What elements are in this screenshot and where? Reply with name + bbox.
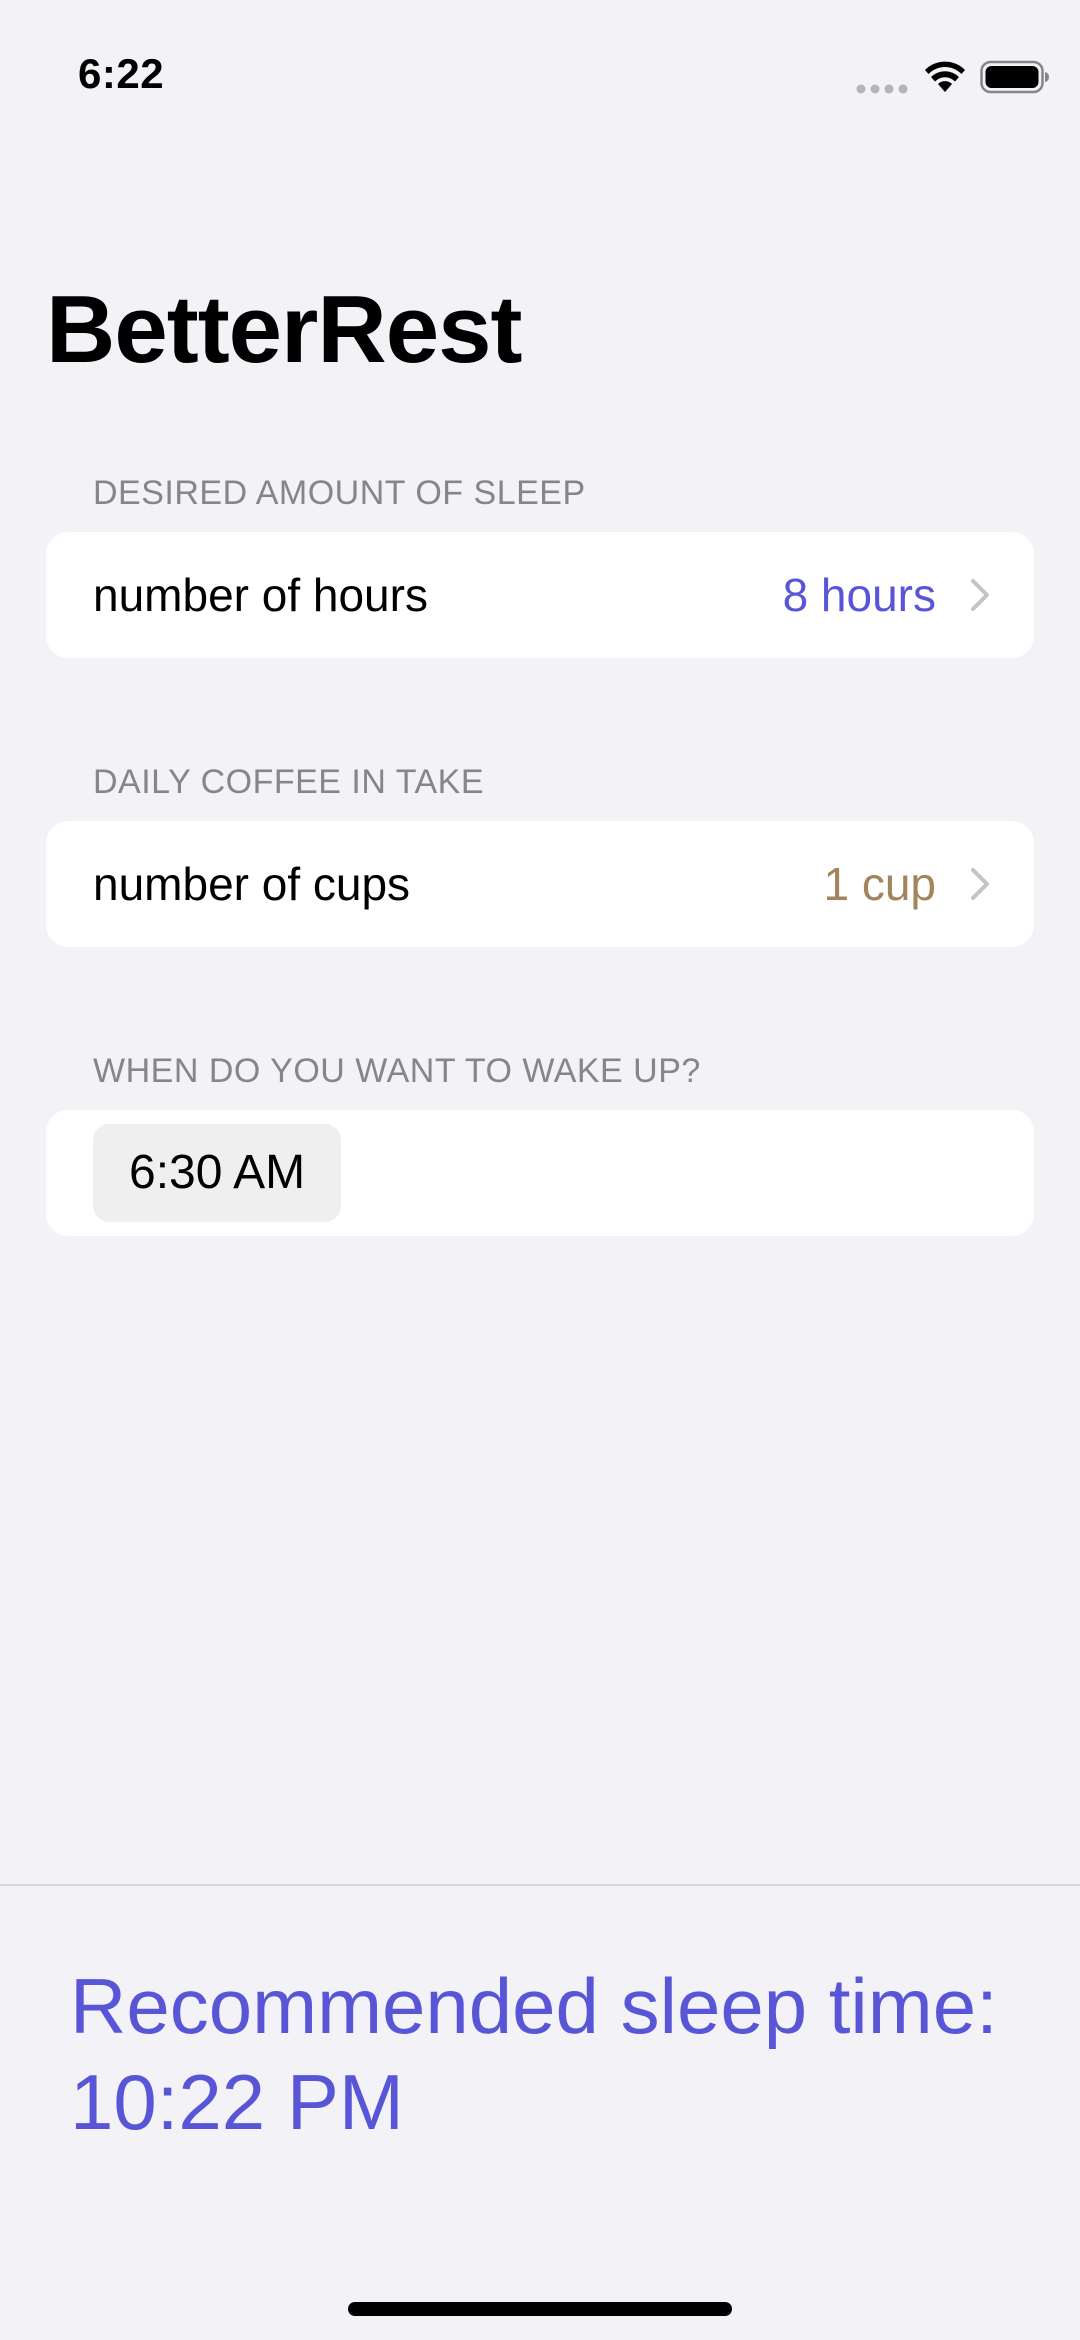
section-header-wake: WHEN DO YOU WANT TO WAKE UP?	[93, 1052, 701, 1090]
sleep-hours-label: number of hours	[93, 569, 428, 621]
page-title: BetterRest	[46, 276, 522, 383]
sleep-hours-row[interactable]: number of hours 8 hours	[46, 532, 1034, 658]
recommended-sleep-value: 10:22 PM	[70, 2058, 404, 2146]
coffee-cups-label: number of cups	[93, 858, 411, 910]
sleep-hours-value: 8 hours	[782, 569, 936, 621]
status-time: 6:22	[78, 50, 165, 97]
chevron-right-icon	[971, 868, 989, 900]
battery-icon	[980, 60, 1049, 94]
section-header-sleep: DESIRED AMOUNT OF SLEEP	[93, 474, 586, 512]
cellular-signal-icon	[856, 84, 908, 94]
recommended-sleep-label: Recommended sleep time:	[70, 1962, 998, 2050]
chevron-right-icon	[971, 579, 989, 611]
recommended-sleep-time: Recommended sleep time: 10:22 PM	[70, 1958, 1030, 2150]
section-header-coffee: DAILY COFFEE IN TAKE	[93, 763, 485, 801]
coffee-cups-value: 1 cup	[823, 858, 936, 910]
status-bar: 6:22	[0, 0, 1080, 150]
wake-time-row: 6:30 AM	[46, 1110, 1034, 1236]
wifi-icon	[925, 61, 965, 92]
wake-time-picker[interactable]: 6:30 AM	[93, 1124, 342, 1222]
home-indicator[interactable]	[348, 2302, 732, 2316]
coffee-cups-row[interactable]: number of cups 1 cup	[46, 821, 1034, 947]
divider	[0, 1884, 1080, 1886]
